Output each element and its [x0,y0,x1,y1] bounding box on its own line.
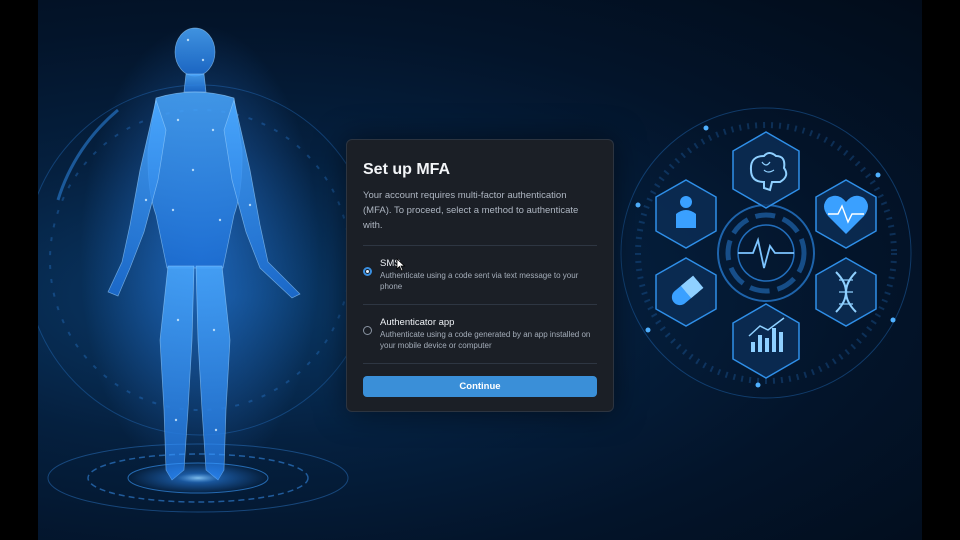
continue-button[interactable]: Continue [363,376,597,397]
mouse-cursor-icon [396,258,406,272]
sms-radio[interactable] [363,267,372,276]
option-authenticator-app[interactable]: Authenticator app Authenticate using a c… [363,305,597,363]
authenticator-app-help-text: Authenticate using a code generated by a… [380,330,591,350]
dialog-description: Your account requires multi-factor authe… [363,190,579,231]
floor-glow [128,462,268,494]
sms-label: SMS [380,258,401,269]
option-sms[interactable]: SMS Authenticate using a code sent via t… [363,246,597,304]
dialog-title: Set up MFA [363,161,451,178]
divider [363,363,597,364]
pulse-icon [738,236,794,269]
authenticator-app-label: Authenticator app [380,317,455,328]
authenticator-app-radio[interactable] [363,326,372,335]
mfa-setup-dialog: Set up MFA Your account requires multi-f… [346,139,614,412]
hex-brain [732,131,800,209]
sms-help-text: Authenticate using a code sent via text … [380,271,579,291]
